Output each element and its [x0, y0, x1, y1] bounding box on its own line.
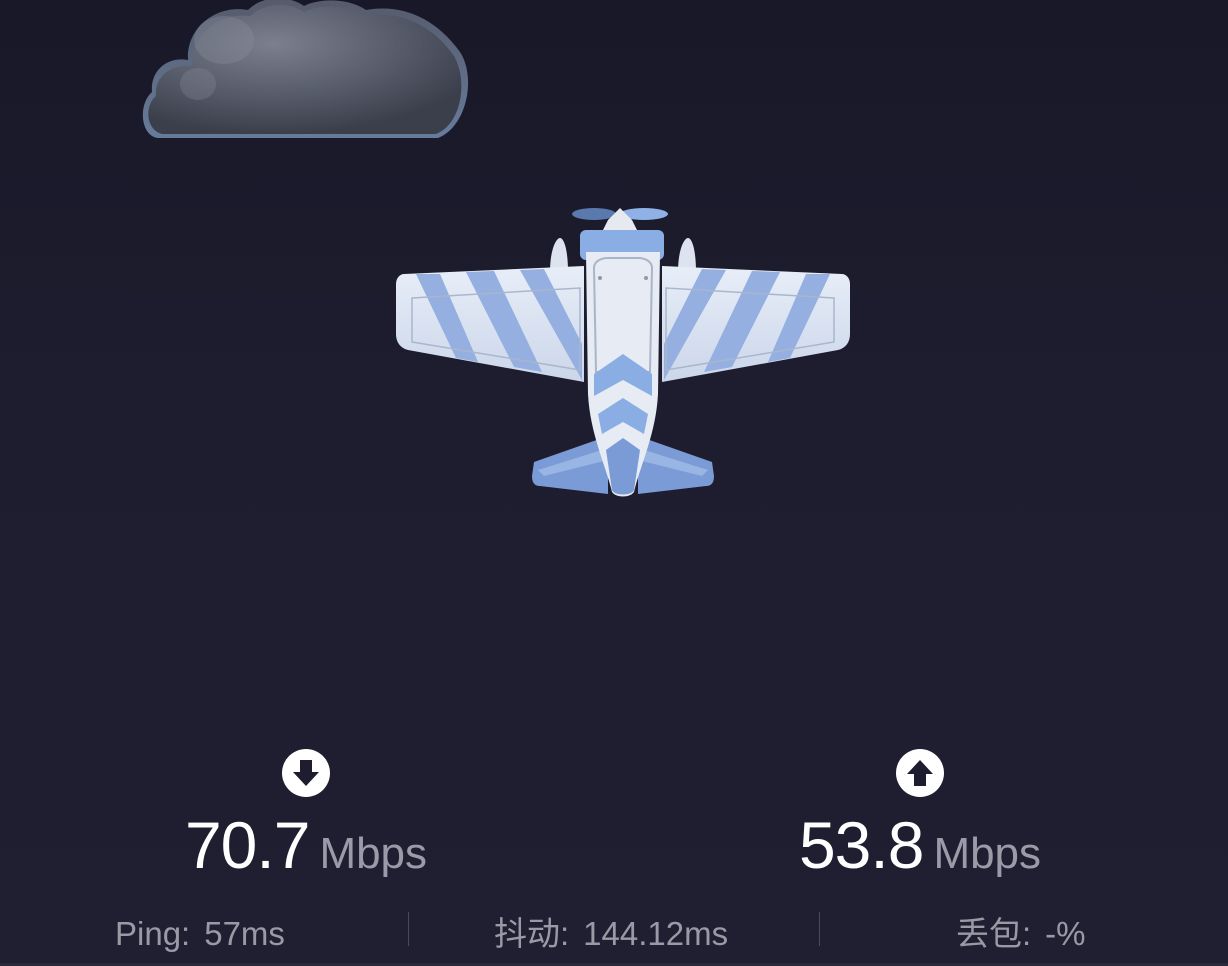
upload-unit: Mbps: [933, 829, 1042, 878]
speed-test-screen: 70.7 Mbps 53.8 Mbps Ping: 57ms 抖动: 144.12ms …: [0, 0, 1228, 966]
jitter-label: 抖动:: [494, 915, 570, 952]
upload-speed: 53.8 Mbps: [760, 748, 1080, 878]
packet-loss-value: -%: [1045, 915, 1086, 952]
ping-stat: Ping: 57ms: [115, 914, 285, 954]
download-value: 70.7: [184, 808, 310, 882]
ping-value: 57ms: [204, 915, 285, 952]
jitter-value: 144.12ms: [583, 915, 729, 952]
packet-loss-label: 丢包:: [956, 915, 1032, 952]
stats-divider: [408, 912, 409, 946]
stats-divider: [819, 912, 820, 946]
cloud-icon: [142, 0, 469, 138]
upload-arrow-icon: [896, 749, 944, 797]
upload-value: 53.8: [798, 808, 924, 882]
network-stats-row: Ping: 57ms 抖动: 144.12ms 丢包: -%: [0, 906, 1228, 958]
jitter-stat: 抖动: 144.12ms: [494, 914, 728, 954]
airplane-icon: [396, 208, 850, 497]
download-speed: 70.7 Mbps: [146, 748, 466, 878]
ping-label: Ping:: [115, 915, 191, 952]
download-unit: Mbps: [319, 829, 428, 878]
download-arrow-icon: [282, 749, 330, 797]
packet-loss-stat: 丢包: -%: [956, 914, 1086, 954]
